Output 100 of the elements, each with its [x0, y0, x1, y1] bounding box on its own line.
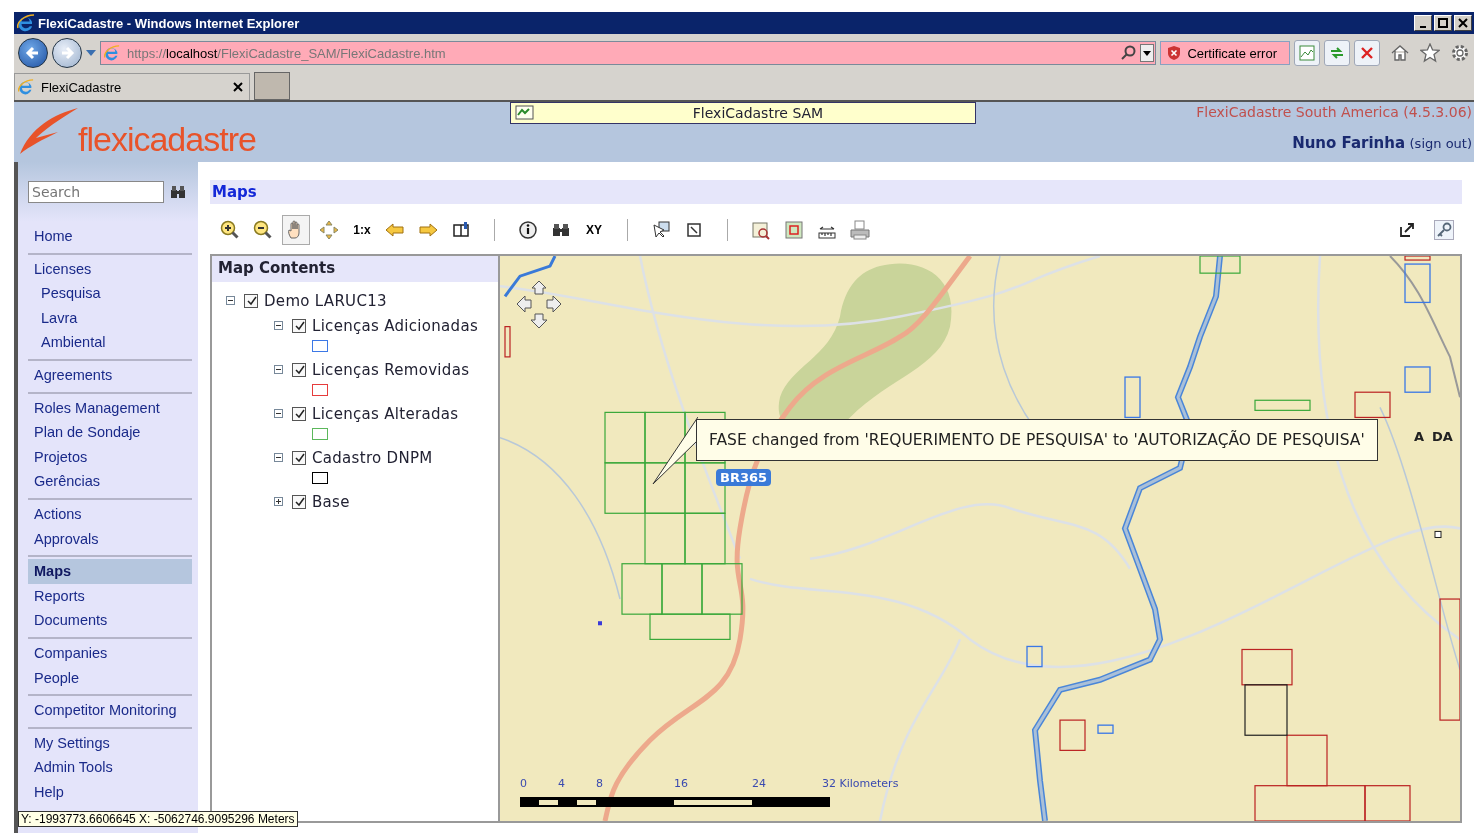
- nav-item[interactable]: My Settings: [28, 730, 192, 756]
- search-field[interactable]: Search: [28, 181, 164, 203]
- certificate-error-button[interactable]: Certificate error: [1160, 41, 1290, 65]
- extent-icon: [784, 220, 804, 240]
- compatibility-view-icon[interactable]: [1294, 40, 1320, 66]
- nav-subitem[interactable]: Pesquisa: [28, 281, 192, 306]
- nav-item[interactable]: Roles Management: [28, 395, 192, 421]
- close-icon: [1458, 18, 1468, 28]
- xy-tool-button[interactable]: XY: [580, 215, 608, 245]
- browser-icon: [17, 14, 35, 32]
- expander-icon[interactable]: [274, 409, 286, 418]
- layer-checkbox[interactable]: [244, 293, 258, 308]
- layer-name: Base: [312, 492, 350, 511]
- zoom-in-icon: [220, 220, 240, 240]
- close-tab-icon[interactable]: [233, 82, 243, 92]
- layer-name: Cadastro DNPM: [312, 448, 433, 467]
- nav-item[interactable]: Gerências: [28, 469, 192, 494]
- clear-icon: [684, 220, 704, 240]
- search-icon[interactable]: [1120, 45, 1137, 61]
- address-field[interactable]: https://localhost/FlexiCadastre_SAM/FlexiCadastre.htm: [100, 41, 1157, 65]
- arrow-right-icon: [59, 45, 75, 61]
- map-label: DA: [1432, 429, 1453, 444]
- minimize-icon: [1420, 25, 1426, 28]
- nav-item[interactable]: Admin Tools: [28, 755, 192, 780]
- back-button[interactable]: [18, 38, 48, 68]
- road-label: BR365: [716, 469, 772, 486]
- layer-checkbox[interactable]: [292, 494, 306, 509]
- expander-icon[interactable]: [274, 453, 286, 462]
- nav-item[interactable]: Competitor Monitoring: [28, 698, 192, 723]
- page-title: Maps: [210, 180, 1462, 204]
- layer-checkbox[interactable]: [292, 318, 306, 333]
- scale-label: 24: [752, 777, 766, 790]
- nav-item[interactable]: Licenses: [28, 256, 192, 282]
- browser-icon: [104, 45, 120, 61]
- pan-tool-button[interactable]: [282, 215, 310, 245]
- nav-item[interactable]: Approvals: [28, 526, 192, 552]
- expander-icon[interactable]: [274, 321, 286, 330]
- expander-icon[interactable]: [226, 296, 238, 305]
- coordinates-readout: Y: -1993773.6606645 X: -5062746.9095296 Meters: [18, 811, 298, 827]
- layer-name: Licenças Adicionadas: [312, 316, 479, 335]
- key-icon[interactable]: [1434, 220, 1454, 240]
- nav-subitem[interactable]: Lavra: [28, 305, 192, 331]
- nav-item[interactable]: Home: [28, 224, 192, 249]
- stop-icon[interactable]: [1354, 40, 1380, 66]
- shield-icon: [1167, 45, 1182, 61]
- sign-out-link[interactable]: (sign out): [1409, 136, 1472, 151]
- nav-item[interactable]: Reports: [28, 583, 192, 609]
- popout-icon[interactable]: [1399, 222, 1415, 238]
- tooltip-pointer: [652, 416, 698, 486]
- refresh-icon[interactable]: [1324, 40, 1350, 66]
- pan-control-icon[interactable]: [516, 280, 562, 330]
- nav-item[interactable]: Agreements: [28, 362, 192, 388]
- scale-tool-button[interactable]: 1:x: [348, 215, 376, 245]
- settings-icon[interactable]: [1450, 43, 1470, 63]
- user-name: Nuno Farinha: [1292, 134, 1406, 152]
- scale-label: 32 Kilometers: [822, 777, 899, 790]
- layer-checkbox[interactable]: [292, 362, 306, 377]
- maximize-icon: [1438, 18, 1448, 28]
- scale-label: 4: [558, 777, 565, 790]
- nav-item[interactable]: Help: [28, 779, 192, 805]
- back-icon: [385, 220, 405, 240]
- scale-label: 16: [674, 777, 688, 790]
- browser-tab[interactable]: FlexiCadastre: [14, 73, 250, 100]
- site-selector[interactable]: FlexiCadastre SAM: [510, 102, 976, 124]
- expander-icon[interactable]: [274, 497, 286, 506]
- print-icon: [850, 220, 870, 240]
- binoculars-icon[interactable]: [170, 185, 186, 199]
- maximize-button[interactable]: [1434, 15, 1452, 31]
- map-label: A: [1414, 429, 1425, 444]
- panel-title: Map Contents: [212, 256, 498, 282]
- zoom-out-icon: [253, 220, 273, 240]
- version-label: FlexiCadastre South America (4.5.3.06): [1196, 104, 1472, 120]
- nav-item[interactable]: Plan de Sondaje: [28, 420, 192, 445]
- scale-label: 0: [520, 777, 527, 790]
- browser-icon: [18, 79, 34, 95]
- nav-item[interactable]: Documents: [28, 608, 192, 633]
- nav-item[interactable]: Companies: [28, 640, 192, 666]
- nav-item[interactable]: Maps: [28, 559, 192, 584]
- new-tab-button[interactable]: [254, 72, 290, 100]
- layer-checkbox[interactable]: [292, 450, 306, 465]
- swoosh-icon: [18, 106, 80, 156]
- zoom-to-icon: [751, 220, 771, 240]
- window-title: FlexiCadastre - Windows Internet Explorer: [38, 15, 301, 31]
- minimize-button[interactable]: [1414, 15, 1432, 31]
- star-icon[interactable]: [1420, 43, 1440, 63]
- bookmark-icon: [451, 220, 471, 240]
- expander-icon[interactable]: [274, 365, 286, 374]
- arrow-left-icon: [25, 45, 41, 61]
- layer-checkbox[interactable]: [292, 406, 306, 421]
- layer-name: Demo LARUC13: [264, 291, 387, 310]
- layer-name: Licenças Alteradas: [312, 404, 459, 423]
- forward-button[interactable]: [52, 38, 82, 68]
- dropdown-icon[interactable]: [1140, 44, 1155, 62]
- nav-item[interactable]: People: [28, 665, 192, 691]
- full-extent-icon: [319, 220, 339, 240]
- nav-subitem[interactable]: Ambiental: [28, 330, 192, 355]
- nav-item[interactable]: Actions: [28, 501, 192, 527]
- home-icon[interactable]: [1390, 43, 1410, 63]
- close-button[interactable]: [1454, 15, 1472, 31]
- nav-item[interactable]: Projetos: [28, 444, 192, 470]
